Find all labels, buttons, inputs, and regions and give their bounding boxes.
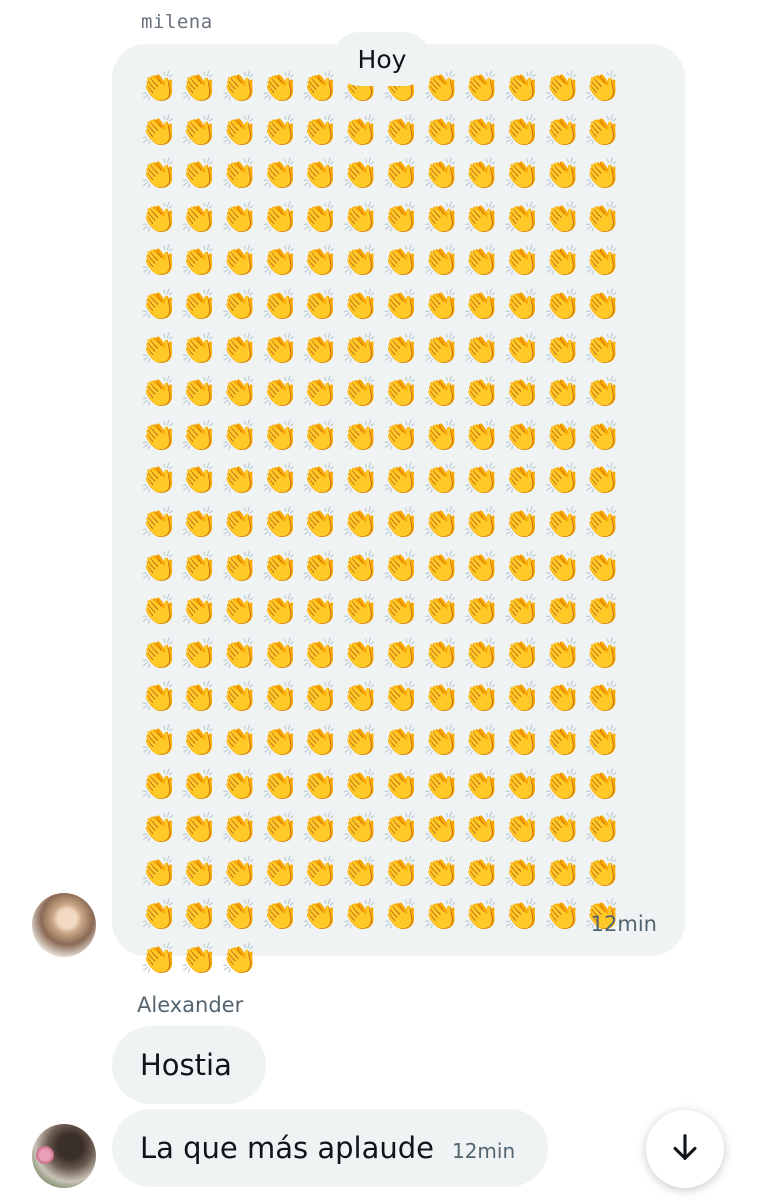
avatar[interactable]: [32, 1124, 96, 1188]
day-divider: Hoy: [333, 32, 431, 86]
message-text: Hostia: [140, 1048, 232, 1082]
sender-name-milena: milena: [141, 11, 213, 33]
clap-emoji-grid: 👏👏👏👏👏👏👏👏👏👏👏👏👏👏👏👏👏👏👏👏👏👏👏👏👏👏👏👏👏👏👏👏👏👏👏👏👏👏👏👏…: [140, 70, 625, 977]
scroll-down-button[interactable]: [646, 1110, 724, 1188]
message-timestamp: 12min: [590, 912, 657, 936]
clap-message-bubble[interactable]: 👏👏👏👏👏👏👏👏👏👏👏👏👏👏👏👏👏👏👏👏👏👏👏👏👏👏👏👏👏👏👏👏👏👏👏👏👏👏👏👏…: [112, 44, 685, 977]
sender-name-alexander: Alexander: [137, 993, 244, 1017]
avatar[interactable]: [32, 893, 96, 957]
message-text: La que más aplaude: [140, 1131, 434, 1165]
message-bubble-hostia[interactable]: Hostia: [112, 1026, 266, 1104]
message-timestamp: 12min: [451, 1139, 516, 1163]
message-bubble-last[interactable]: La que más aplaude 12min: [112, 1109, 548, 1187]
arrow-down-icon: [668, 1130, 702, 1168]
